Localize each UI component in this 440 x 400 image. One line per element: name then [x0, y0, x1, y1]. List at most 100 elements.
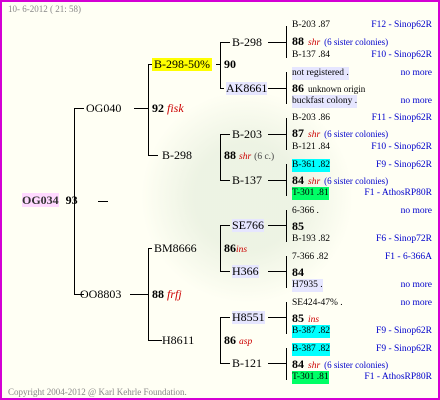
connector	[220, 134, 230, 135]
gen4-row-10-year: 84	[292, 173, 304, 187]
gen1-bottom-year: 88	[152, 287, 164, 301]
gen4-row-10-note: shr	[308, 177, 321, 187]
gen4-row-12-id[interactable]: 6-366 .	[292, 205, 319, 218]
gen4-row-7-year: 87	[292, 126, 304, 140]
connector	[148, 155, 158, 156]
connector	[148, 248, 149, 340]
gen4-row-13: 85	[292, 219, 304, 233]
gen2-d-name[interactable]: H8611	[162, 334, 194, 347]
connector	[220, 225, 230, 226]
gen4-row-5-breeder: no more	[400, 96, 432, 106]
root-name: OG034	[22, 193, 59, 207]
gen2-a-name[interactable]: B-298-50%	[152, 58, 212, 71]
gen4-row-15-id[interactable]: 7-366 .82	[292, 251, 328, 264]
connector	[74, 108, 75, 294]
gen4-row-9-id[interactable]: B-361 .82	[292, 159, 330, 172]
gen4-row-14-id[interactable]: B-193 .82	[292, 233, 330, 246]
gen4-row-21-id[interactable]: B-387 .82	[292, 343, 330, 356]
gen2-c-info: 86ins	[224, 242, 247, 257]
gen4-row-4: 86 unknown origin	[292, 81, 365, 96]
gen4-row-1: 88 shr (6 sister colonies)	[292, 34, 388, 50]
gen1-top-info: 92 fisk	[152, 102, 184, 115]
gen3-c2[interactable]: H366	[232, 265, 259, 278]
gen1-top-name[interactable]: OG040	[86, 102, 121, 115]
connector	[268, 363, 286, 364]
gen2-b-extra: (6 c.)	[254, 152, 275, 162]
gen4-row-20-id[interactable]: B-387 .82	[292, 325, 330, 338]
connector	[220, 134, 221, 180]
gen4-row-16-year: 84	[292, 265, 304, 279]
gen4-row-22-year: 84	[292, 357, 304, 371]
gen3-d1[interactable]: H8551	[232, 311, 265, 324]
connector	[220, 363, 230, 364]
connector	[286, 164, 287, 196]
gen4-row-10-extra: (6 sister colonies)	[324, 176, 389, 186]
gen2-d-year: 86	[224, 333, 236, 347]
gen4-row-0-id[interactable]: B-203 .87	[292, 19, 330, 32]
gen4-row-16: 84	[292, 265, 304, 279]
gen4-row-8-breeder: F10 - Sinop62R	[371, 142, 432, 152]
gen2-b-info: 88 shr (6 c.)	[224, 149, 274, 164]
connector	[220, 42, 221, 88]
gen4-row-4-extra: unknown origin	[308, 84, 366, 94]
gen4-row-13-year: 85	[292, 219, 304, 233]
root-node[interactable]: OG034 93	[22, 193, 78, 207]
gen3-a2[interactable]: AK8661	[226, 82, 268, 95]
connector	[268, 42, 286, 43]
connector	[220, 225, 221, 271]
gen4-row-19-note: ins	[308, 315, 320, 325]
gen4-row-9-breeder: F9 - Sinop62R	[376, 160, 432, 170]
gen4-row-7: 87 shr (6 sister colonies)	[292, 126, 388, 142]
gen1-top-year: 92	[152, 101, 164, 115]
gen4-row-22-extra: (6 sister colonies)	[324, 360, 389, 370]
connector	[148, 64, 149, 156]
gen4-row-0-breeder: F12 - Sinop62R	[371, 20, 432, 30]
gen3-d2[interactable]: B-121	[232, 357, 262, 370]
connector	[268, 317, 286, 318]
gen2-c-year: 86	[224, 241, 236, 255]
gen1-bottom-name[interactable]: OO8803	[80, 288, 121, 301]
connector	[130, 294, 148, 295]
gen4-row-17-id[interactable]: H7935 .	[292, 279, 323, 292]
gen4-row-1-year: 88	[292, 34, 304, 48]
gen4-row-23-breeder: F1 - AthosRP80R	[364, 372, 432, 382]
gen4-row-5-id[interactable]: buckfast colony .	[292, 95, 358, 108]
connector	[220, 317, 230, 318]
gen3-b1[interactable]: B-203	[232, 128, 262, 141]
gen4-row-11-id[interactable]: T-301 .81	[292, 187, 329, 200]
gen4-row-7-extra: (6 sister colonies)	[324, 129, 389, 139]
copyright: Copyright 2004-2012 @ Karl Kehrle Founda…	[8, 387, 187, 397]
connector	[268, 134, 286, 135]
gen4-row-14-breeder: F6 - Sinop72R	[376, 234, 432, 244]
gen2-b-name[interactable]: B-298	[162, 149, 192, 162]
gen2-b-note: shr	[239, 152, 252, 162]
gen3-b2[interactable]: B-137	[232, 174, 262, 187]
gen4-row-21-breeder: F9 - Sinop62R	[376, 344, 432, 354]
gen4-row-19-year: 85	[292, 311, 304, 325]
gen4-row-3-id[interactable]: not registered .	[292, 67, 349, 80]
gen4-row-18-id[interactable]: SE424-47% .	[292, 297, 343, 310]
gen4-row-1-extra: (6 sister colonies)	[324, 37, 389, 47]
connector	[74, 108, 84, 109]
gen2-a-year: 90	[224, 57, 236, 71]
gen4-row-11-breeder: F1 - AthosRP80R	[364, 188, 432, 198]
gen3-c1[interactable]: SE766	[232, 219, 265, 232]
connector	[148, 340, 162, 341]
gen4-row-18-breeder: no more	[400, 298, 432, 308]
gen2-b-year: 88	[224, 148, 236, 162]
gen3-a1[interactable]: B-298	[232, 36, 262, 49]
gen4-row-23-id[interactable]: T-301 .81	[292, 371, 329, 384]
connector	[268, 88, 286, 89]
connector	[268, 225, 286, 226]
gen4-row-12-breeder: no more	[400, 206, 432, 216]
gen4-row-1-note: shr	[308, 38, 321, 48]
gen4-row-6-id[interactable]: B-203 .86	[292, 112, 330, 125]
gen4-row-22-note: shr	[308, 361, 321, 371]
connector	[268, 180, 286, 181]
connector	[220, 317, 221, 363]
gen4-row-2-id[interactable]: B-137 .84	[292, 49, 330, 62]
connector	[286, 26, 287, 58]
gen4-row-8-id[interactable]: B-121 .84	[292, 141, 330, 154]
gen4-row-6-breeder: F11 - Sinop62R	[371, 113, 432, 123]
gen2-c-name[interactable]: BM8666	[154, 242, 197, 255]
